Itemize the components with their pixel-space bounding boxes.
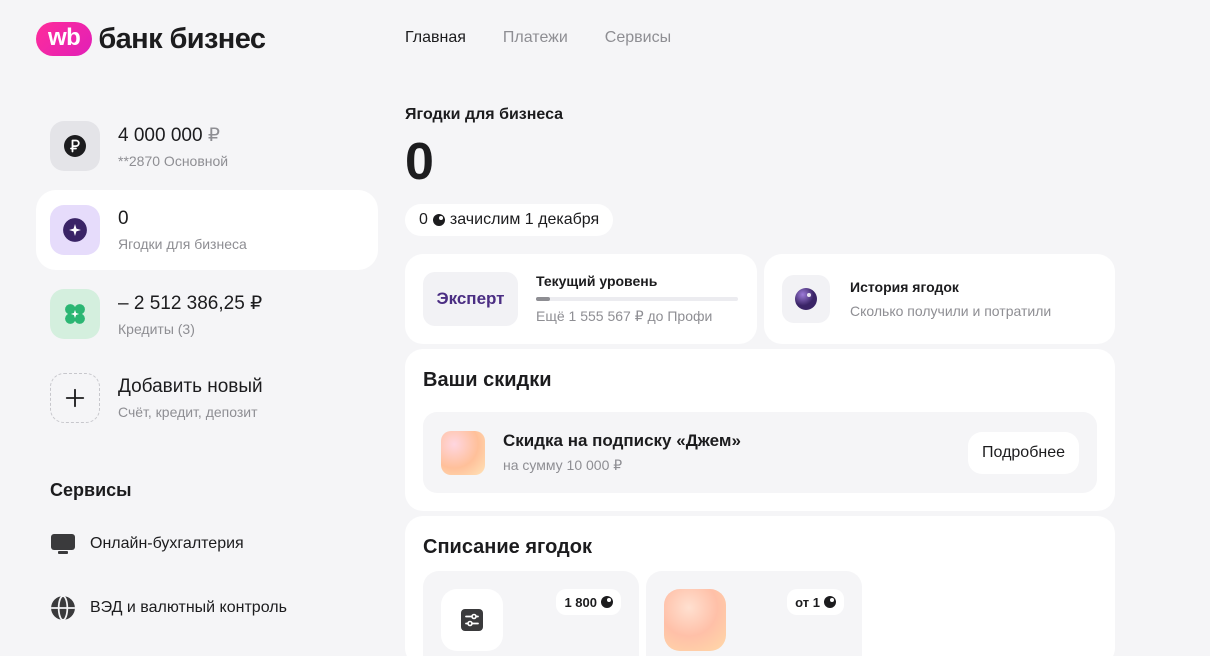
discount-title: Скидка на подписку «Джем»	[503, 431, 741, 450]
sliders-icon	[441, 589, 503, 651]
clover-icon	[50, 289, 100, 339]
monitor-icon	[50, 531, 76, 557]
writeoff-title: Списание ягодок	[423, 536, 592, 558]
plus-icon	[50, 373, 100, 423]
nav-services[interactable]: Сервисы	[605, 29, 671, 47]
more-button[interactable]: Подробнее	[968, 431, 1079, 474]
level-progress-fill	[536, 297, 551, 301]
credits-subtitle: Кредиты (3)	[118, 320, 195, 337]
pending-amount: 0	[419, 211, 428, 228]
pending-badge: 0 зачислим 1 декабря	[405, 204, 614, 236]
services-heading: Сервисы	[50, 480, 132, 500]
level-progress	[536, 297, 738, 301]
main-content: Ягодки для бизнеса 0 0 зачислим 1 декабр…	[405, 106, 1115, 656]
writeoff-card[interactable]: 1 800	[423, 571, 639, 656]
writeoff-price: 1 800	[556, 589, 621, 615]
sparkle-icon	[50, 205, 100, 255]
berry-icon	[824, 596, 836, 608]
account-currency: ₽	[207, 124, 220, 146]
discounts-title: Ваши скидки	[423, 369, 552, 391]
berries-subtitle: Ягодки для бизнеса	[118, 236, 247, 252]
add-account-button[interactable]: Добавить новый Счёт, кредит, депозит	[36, 358, 378, 438]
logo[interactable]: wb банк бизнес	[36, 22, 266, 56]
discount-subtitle: на сумму 10 000 ₽	[503, 457, 623, 473]
account-credits[interactable]: – 2 512 386,25 ₽ Кредиты (3)	[36, 274, 378, 354]
writeoff-price: от 1	[787, 589, 844, 615]
account-berries[interactable]: 0 Ягодки для бизнеса	[36, 190, 378, 270]
history-card[interactable]: История ягодок Сколько получили и потрат…	[764, 254, 1115, 344]
level-badge: Эксперт	[423, 272, 518, 326]
writeoff-image	[664, 589, 726, 651]
nav-home[interactable]: Главная	[405, 29, 466, 47]
writeoff-section: Списание ягодок 1 800 от 1	[405, 516, 1115, 656]
globe-icon	[50, 595, 76, 621]
discounts-section: Ваши скидки Скидка на подписку «Джем» на…	[405, 349, 1115, 511]
ruble-icon	[50, 121, 100, 171]
credits-balance: – 2 512 386,25 ₽	[118, 292, 263, 314]
logo-badge: wb	[36, 22, 93, 56]
add-account-label: Добавить новый	[118, 376, 263, 397]
level-subtitle: Ещё 1 555 567 ₽ до Профи	[536, 308, 713, 324]
service-accounting-label: Онлайн-бухгалтерия	[90, 535, 244, 552]
discount-item[interactable]: Скидка на подписку «Джем» на сумму 10 00…	[423, 412, 1097, 493]
writeoff-card[interactable]: от 1	[646, 571, 862, 656]
berry-icon	[601, 596, 613, 608]
writeoff-price-value: от 1	[795, 594, 820, 610]
berries-balance: 0	[118, 208, 129, 229]
page-title: Ягодки для бизнеса	[405, 106, 564, 123]
account-balance: 4 000 000	[118, 124, 203, 146]
service-ved[interactable]: ВЭД и валютный контроль	[50, 595, 378, 621]
level-title: Текущий уровень	[536, 273, 658, 289]
logo-text: банк бизнес	[98, 22, 266, 55]
nav-payments[interactable]: Платежи	[503, 29, 568, 47]
account-main[interactable]: 4 000 000 ₽ **2870 Основной	[36, 106, 378, 186]
writeoff-price-value: 1 800	[564, 594, 597, 610]
account-subtitle: **2870 Основной	[118, 152, 229, 169]
history-title: История ягодок	[850, 279, 959, 295]
service-ved-label: ВЭД и валютный контроль	[90, 599, 287, 616]
berry-history-icon	[782, 275, 830, 323]
level-card[interactable]: Эксперт Текущий уровень Ещё 1 555 567 ₽ …	[405, 254, 757, 344]
history-subtitle: Сколько получили и потратили	[850, 303, 1052, 319]
service-accounting[interactable]: Онлайн-бухгалтерия	[50, 531, 378, 557]
discount-image	[441, 430, 485, 475]
top-nav: Главная Платежи Сервисы	[405, 29, 671, 47]
pending-text: зачислим 1 декабря	[449, 211, 600, 228]
berry-icon	[432, 214, 445, 226]
sidebar: 4 000 000 ₽ **2870 Основной 0 Ягодки для…	[36, 106, 378, 621]
berries-total: 0	[405, 133, 434, 191]
add-account-subtitle: Счёт, кредит, депозит	[118, 404, 258, 420]
